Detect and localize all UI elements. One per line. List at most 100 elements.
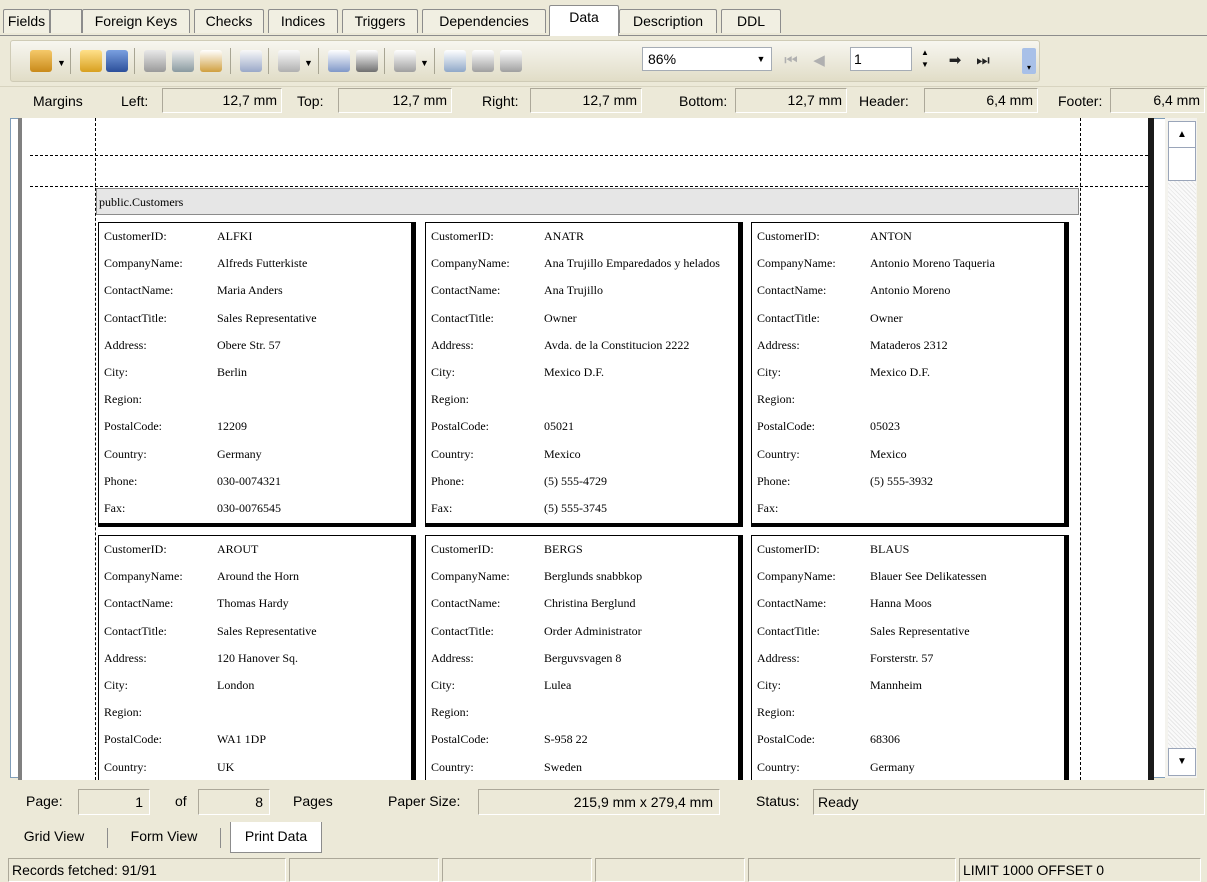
save-icon[interactable] — [106, 50, 128, 72]
record-card: CustomerID: ALFKI CompanyName: Alfreds Futt… — [98, 222, 416, 527]
multi-page-icon[interactable] — [500, 50, 522, 72]
tab-form-view[interactable]: Form View — [116, 822, 212, 853]
record-row: City: Mexico D.F. — [426, 359, 740, 386]
field-label: CustomerID: — [431, 542, 494, 556]
field-label: Country: — [431, 759, 474, 774]
tab-checks[interactable]: Checks — [194, 9, 264, 33]
field-label: Region: — [104, 392, 142, 407]
margin-top-field[interactable]: 12,7 mm — [338, 88, 452, 113]
print-menu-icon[interactable] — [30, 50, 52, 72]
chevron-down-icon[interactable]: ▼ — [420, 58, 429, 68]
record-row: City: Berlin — [99, 359, 413, 386]
field-value: Sales Representative — [217, 623, 317, 638]
status-panel — [748, 858, 956, 882]
tab-foreign-keys[interactable]: Foreign Keys — [82, 9, 190, 33]
chevron-down-icon[interactable]: ▼ — [752, 48, 770, 70]
left-margin-guide — [95, 118, 96, 780]
print-icon[interactable] — [144, 50, 166, 72]
field-label: Fax: — [104, 501, 126, 515]
record-row: Region: — [426, 386, 740, 413]
last-page-icon[interactable]: ⏭ — [972, 50, 994, 72]
field-label: ContactName: — [431, 283, 501, 298]
first-page-icon[interactable]: ⏮ — [780, 50, 802, 72]
field-value: Around the Horn — [217, 569, 299, 584]
one-page-icon[interactable] — [472, 50, 494, 72]
record-row: Address: Obere Str. 57 — [99, 332, 413, 359]
chevron-down-icon[interactable]: ▼ — [57, 58, 66, 68]
record-row: Region: — [752, 386, 1066, 413]
margin-top-label: Top: — [297, 93, 324, 109]
scroll-track[interactable] — [1168, 181, 1196, 748]
tab-triggers[interactable]: Triggers — [342, 9, 418, 33]
margin-left-field[interactable]: 12,7 mm — [162, 88, 282, 113]
margin-bottom-field[interactable]: 12,7 mm — [735, 88, 847, 113]
record-row: Country: Sweden — [426, 754, 740, 781]
record-row: ContactName: Thomas Hardy — [99, 590, 413, 617]
scale-icon[interactable] — [240, 50, 262, 72]
page-width-icon[interactable] — [444, 50, 466, 72]
chevron-down-icon[interactable]: ▼ — [304, 58, 313, 68]
copy-icon[interactable] — [328, 50, 350, 72]
margin-footer-field[interactable]: 6,4 mm — [1110, 88, 1205, 113]
page-number-input[interactable]: 1 — [850, 47, 912, 71]
top-margin-guide — [30, 186, 1148, 187]
tab-dependencies[interactable]: Dependencies — [422, 9, 546, 33]
record-row: Address: Mataderos 2312 — [752, 332, 1066, 359]
margin-right-field[interactable]: 12,7 mm — [530, 88, 642, 113]
record-row: Address: Forsterstr. 57 — [752, 645, 1066, 672]
page-spinner[interactable]: ▲ ▼ — [918, 47, 932, 71]
field-label: CompanyName: — [757, 256, 836, 271]
field-label: Address: — [431, 650, 474, 665]
record-row: PostalCode: 12209 — [99, 413, 413, 440]
field-value: Lulea — [544, 678, 572, 692]
records-fetched: Records fetched: 91/91 — [8, 858, 286, 882]
field-value: Sales Representative — [870, 623, 970, 638]
tab-data[interactable]: Data — [549, 5, 619, 36]
field-label: ContactName: — [104, 596, 174, 611]
tab-grid-view[interactable]: Grid View — [12, 822, 96, 853]
tab-description[interactable]: Description — [619, 9, 717, 33]
field-value: WA1 1DP — [217, 732, 267, 747]
open-icon[interactable] — [80, 50, 102, 72]
scroll-up-icon[interactable]: ▲ — [1168, 121, 1196, 149]
tab-print-data[interactable]: Print Data — [230, 822, 322, 853]
prev-page-icon[interactable]: ◀ — [808, 50, 830, 72]
field-label: Country: — [104, 446, 147, 461]
field-label: ContactTitle: — [757, 310, 820, 325]
tab-indices[interactable]: Indices — [268, 9, 338, 33]
toolbar-overflow-icon[interactable]: ▾ — [1022, 48, 1036, 74]
format-icon[interactable] — [278, 50, 300, 72]
field-label: City: — [757, 365, 782, 379]
field-value: Owner — [544, 310, 577, 325]
record-row: Region: — [99, 699, 413, 726]
page-setup-icon[interactable] — [200, 50, 222, 72]
field-label: ContactTitle: — [104, 623, 167, 638]
field-label: Country: — [431, 446, 474, 461]
record-row: ContactName: Christina Berglund — [426, 590, 740, 617]
field-value: 030-0076545 — [217, 501, 281, 515]
tab-ddl[interactable]: DDL — [721, 9, 781, 33]
next-page-icon[interactable]: ➡ — [944, 50, 966, 72]
fill-icon[interactable] — [356, 50, 378, 72]
status-field: Ready — [813, 789, 1205, 815]
status-label: Status: — [756, 793, 800, 809]
record-row: Fax: (5) 555-3745 — [426, 495, 740, 522]
field-label: ContactName: — [757, 283, 827, 298]
record-row: ContactTitle: Owner — [426, 305, 740, 332]
page-layout-icon[interactable] — [394, 50, 416, 72]
view-tab-separator — [107, 828, 108, 848]
margin-header-field[interactable]: 6,4 mm — [924, 88, 1038, 113]
scroll-down-icon[interactable]: ▼ — [1168, 748, 1196, 776]
record-row: Country: UK — [99, 754, 413, 781]
field-value: Hanna Moos — [870, 596, 932, 611]
field-value: Ana Trujillo Emparedados y helados — [544, 256, 720, 271]
scroll-thumb[interactable] — [1168, 147, 1196, 181]
record-row: PostalCode: 05021 — [426, 413, 740, 440]
margin-right-label: Right: — [482, 93, 519, 109]
tab-fields[interactable]: Fields — [3, 9, 50, 33]
pages-label: Pages — [293, 793, 333, 809]
field-value: UK — [217, 759, 235, 774]
record-row: Region: — [426, 699, 740, 726]
print-setup-icon[interactable] — [172, 50, 194, 72]
record-row: Country: Germany — [752, 754, 1066, 781]
